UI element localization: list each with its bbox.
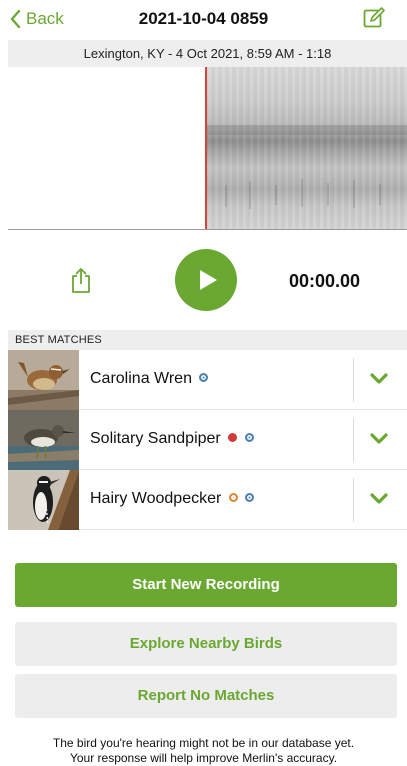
match-row-hairy-woodpecker[interactable]: Hairy Woodpecker [8,470,407,530]
bird-photo [8,350,79,410]
verified-icon [199,373,209,383]
bird-name: Carolina Wren [90,370,209,388]
chevron-down-icon[interactable] [370,492,388,506]
verified-icon [245,493,255,503]
uncommon-bird-icon [228,493,238,503]
nav-bar: Back 2021-10-04 0859 [0,0,407,40]
row-divider [353,478,354,522]
back-button[interactable]: Back [10,9,64,29]
report-no-matches-button[interactable]: Report No Matches [15,674,397,718]
bird-photo [8,470,79,530]
recording-info: Lexington, KY - 4 Oct 2021, 8:59 AM - 1:… [8,40,407,67]
start-new-recording-button[interactable]: Start New Recording [15,563,397,607]
match-row-carolina-wren[interactable]: Carolina Wren [8,350,407,410]
spectrogram[interactable] [8,67,407,230]
playback-controls: 00:00.00 [0,230,407,328]
rare-bird-icon [228,433,238,443]
edit-icon[interactable] [363,7,385,29]
verified-icon [244,433,254,443]
match-row-solitary-sandpiper[interactable]: Solitary Sandpiper [8,410,407,470]
best-matches-header: BEST MATCHES [8,330,407,350]
play-icon [200,270,217,290]
row-divider [353,418,354,462]
footer-line-2: Your response will help improve Merlin's… [69,751,338,765]
bird-name: Hairy Woodpecker [90,490,255,508]
playback-timer: 00:00.00 [289,271,361,291]
footer-line-1: The bird you're hearing might not be in … [52,736,355,750]
bird-photo [8,410,79,470]
explore-nearby-birds-button[interactable]: Explore Nearby Birds [15,622,397,666]
spectrogram-marks [206,125,407,209]
playhead[interactable] [205,67,207,229]
play-button[interactable] [175,249,237,311]
chevron-left-icon [10,10,21,28]
chevron-down-icon[interactable] [370,432,388,446]
row-divider [353,358,354,402]
footer-note: The bird you're hearing might not be in … [0,736,407,766]
chevron-down-icon[interactable] [370,372,388,386]
back-label: Back [26,9,64,28]
bird-name: Solitary Sandpiper [90,430,254,448]
share-icon[interactable] [70,267,92,293]
